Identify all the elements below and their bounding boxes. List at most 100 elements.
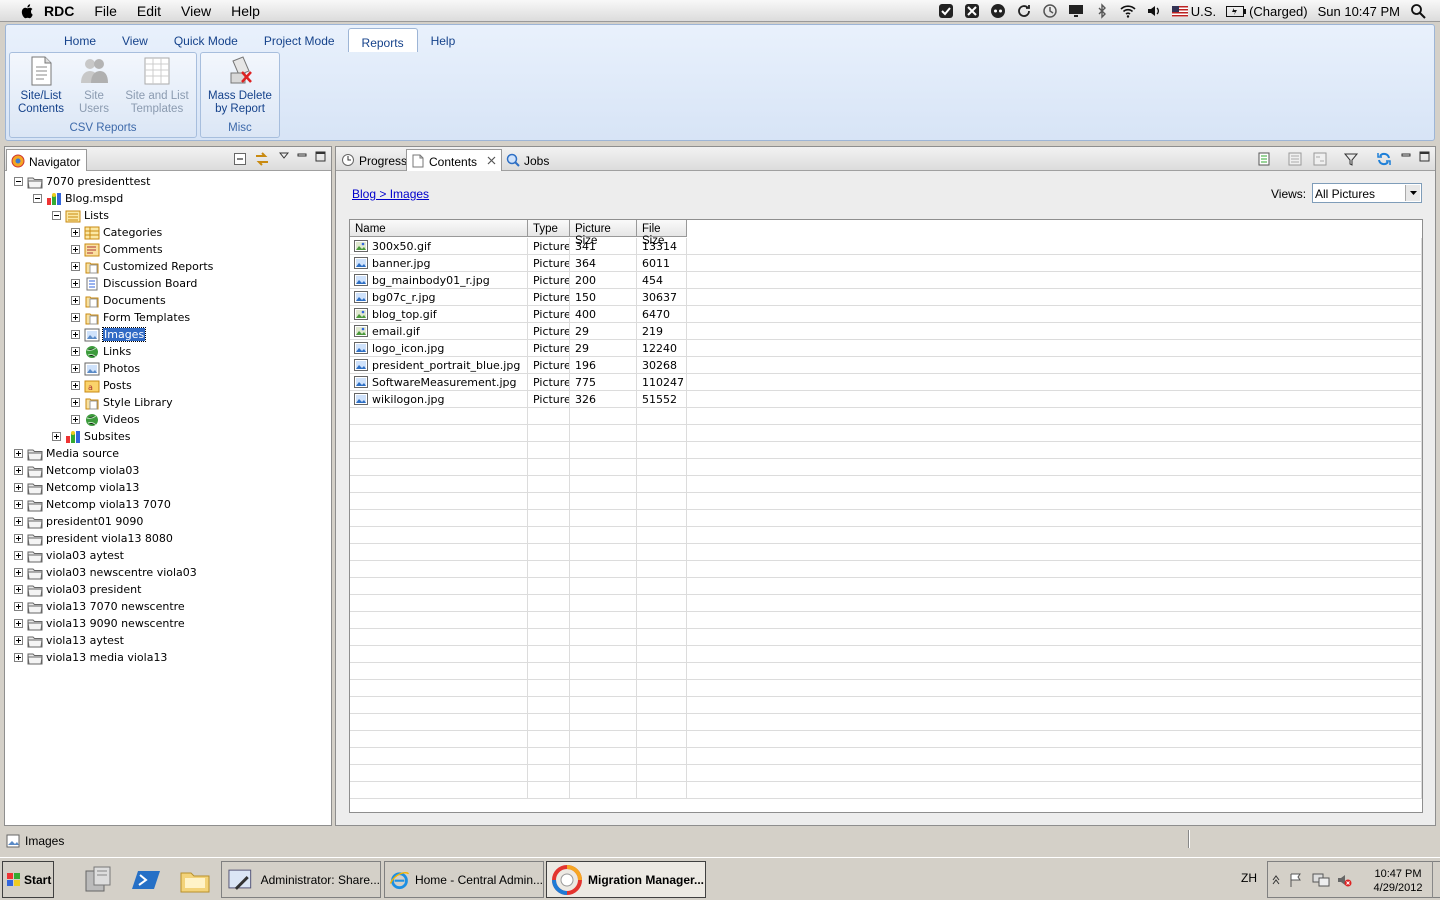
site-list-contents-button[interactable]: Site/List Contents [12, 55, 70, 116]
table-row[interactable]: blog_top.gif Picture 400 6470 [350, 306, 1422, 323]
explorer-folder-icon[interactable] [178, 863, 212, 897]
tab-home[interactable]: Home [51, 27, 109, 51]
chevron-down-icon[interactable] [1405, 185, 1420, 201]
expand-icon[interactable] [14, 585, 23, 594]
table-row[interactable]: bg_mainbody01_r.jpg Picture 200 454 [350, 272, 1422, 289]
tab-progress[interactable]: Progress [337, 149, 413, 171]
tab-quick-mode[interactable]: Quick Mode [161, 27, 251, 51]
tree-node[interactable]: Discussion Board [71, 275, 197, 292]
expand-icon[interactable] [71, 347, 80, 356]
expand-icon[interactable] [14, 636, 23, 645]
expand-icon[interactable] [71, 279, 80, 288]
minimize-icon[interactable] [1401, 151, 1411, 161]
tree-node[interactable]: Videos [71, 411, 140, 428]
site-and-list-templates-button[interactable]: Site and List Templates [120, 55, 194, 116]
expand-icon[interactable] [14, 449, 23, 458]
views-select[interactable]: All Pictures [1312, 183, 1422, 203]
table-row[interactable]: banner.jpg Picture 364 6011 [350, 255, 1422, 272]
expand-icon[interactable] [14, 602, 23, 611]
taskbar-clock[interactable]: 10:47 PM 4/29/2012 [1358, 867, 1438, 895]
tab-help[interactable]: Help [418, 27, 469, 51]
tree-node[interactable]: viola03 newscentre viola03 [14, 564, 197, 581]
menu-view[interactable]: View [171, 3, 221, 19]
crossover-icon[interactable] [964, 3, 980, 19]
sync-icon[interactable] [1016, 3, 1032, 19]
powershell-icon[interactable] [130, 863, 164, 897]
navigator-tab[interactable]: Navigator [6, 149, 88, 171]
expand-icon[interactable] [52, 432, 61, 441]
bluetooth-icon[interactable] [1094, 3, 1110, 19]
show-hidden-icons-icon[interactable] [1272, 874, 1280, 886]
table-row[interactable]: 300x50.gif Picture 341 13314 [350, 238, 1422, 255]
table-row[interactable]: bg07c_r.jpg Picture 150 30637 [350, 289, 1422, 306]
time-machine-icon[interactable] [1042, 3, 1058, 19]
tree-node[interactable]: president01 9090 [14, 513, 143, 530]
expand-icon[interactable] [71, 228, 80, 237]
apple-icon[interactable] [20, 3, 36, 19]
checkbox-icon[interactable] [938, 3, 954, 19]
tree-node[interactable]: Style Library [71, 394, 173, 411]
taskbar-button-central-admin[interactable]: Home - Central Admin... [384, 861, 544, 898]
tree-node[interactable]: a Posts [71, 377, 132, 394]
tree-node[interactable]: Media source [14, 445, 119, 462]
tab-view[interactable]: View [109, 27, 161, 51]
collapse-icon[interactable] [33, 194, 42, 203]
expand-icon[interactable] [71, 398, 80, 407]
table-row[interactable]: logo_icon.jpg Picture 29 12240 [350, 340, 1422, 357]
collapse-icon[interactable] [14, 177, 23, 186]
taskbar-button-administrator[interactable]: Administrator: Share... [221, 861, 381, 898]
expand-icon[interactable] [71, 415, 80, 424]
properties-icon[interactable] [1287, 151, 1303, 167]
tree-node[interactable]: Customized Reports [71, 258, 213, 275]
table-row[interactable]: president_portrait_blue.jpg Picture 196 302… [350, 357, 1422, 374]
expand-icon[interactable] [14, 619, 23, 628]
refresh-icon[interactable] [1376, 151, 1392, 167]
compare-icon[interactable] [1312, 151, 1328, 167]
volume-muted-icon[interactable] [1336, 872, 1352, 888]
breadcrumb[interactable]: Blog > Images [352, 187, 429, 201]
expand-icon[interactable] [71, 262, 80, 271]
column-header-file-size[interactable]: File Size [637, 220, 687, 247]
start-button[interactable]: Start [2, 861, 54, 898]
input-source[interactable]: U.S. [1171, 4, 1216, 19]
export-icon[interactable] [1256, 151, 1272, 167]
collapse-icon[interactable] [52, 211, 61, 220]
tree-node[interactable]: president viola13 8080 [14, 530, 173, 547]
tree-node[interactable]: Subsites [52, 428, 131, 445]
collapse-all-icon[interactable] [234, 153, 246, 165]
tree-node[interactable]: Documents [71, 292, 166, 309]
table-row[interactable]: SoftwareMeasurement.jpg Picture 775 110247 [350, 374, 1422, 391]
link-with-editor-icon[interactable] [254, 151, 270, 167]
tree-node[interactable]: Comments [71, 241, 163, 258]
close-tab-icon[interactable] [487, 156, 496, 165]
column-header-picture-size[interactable]: Picture Size [570, 220, 637, 247]
expand-icon[interactable] [14, 466, 23, 475]
tree-node[interactable]: Blog.mspd [33, 190, 123, 207]
tree-node[interactable]: Lists [52, 207, 109, 224]
display-icon[interactable] [1068, 3, 1084, 19]
tree-node[interactable]: Netcomp viola13 7070 [14, 496, 171, 513]
volume-icon[interactable] [1146, 3, 1162, 19]
app-menu[interactable]: RDC [36, 3, 84, 19]
expand-icon[interactable] [14, 517, 23, 526]
mass-delete-by-report-button[interactable]: Mass Delete by Report [203, 55, 277, 116]
server-manager-icon[interactable] [80, 863, 114, 897]
wifi-icon[interactable] [1120, 3, 1136, 19]
tree-node[interactable]: Netcomp viola13 [14, 479, 139, 496]
expand-icon[interactable] [14, 500, 23, 509]
filter-icon[interactable] [1343, 151, 1359, 167]
battery-status[interactable]: (Charged) [1226, 4, 1308, 19]
taskbar-button-migration-manager[interactable]: Migration Manager... [546, 861, 706, 898]
gamepad-icon[interactable] [990, 3, 1006, 19]
action-center-flag-icon[interactable] [1288, 872, 1304, 888]
maximize-icon[interactable] [315, 151, 326, 162]
expand-icon[interactable] [14, 568, 23, 577]
tree-node[interactable]: viola13 9090 newscentre [14, 615, 185, 632]
spotlight-search-icon[interactable] [1410, 3, 1426, 19]
expand-icon[interactable] [71, 245, 80, 254]
column-header-name[interactable]: Name [350, 220, 528, 237]
tree-node[interactable]: viola13 aytest [14, 632, 124, 649]
expand-icon[interactable] [14, 534, 23, 543]
expand-icon[interactable] [71, 313, 80, 322]
menu-edit[interactable]: Edit [127, 3, 171, 19]
